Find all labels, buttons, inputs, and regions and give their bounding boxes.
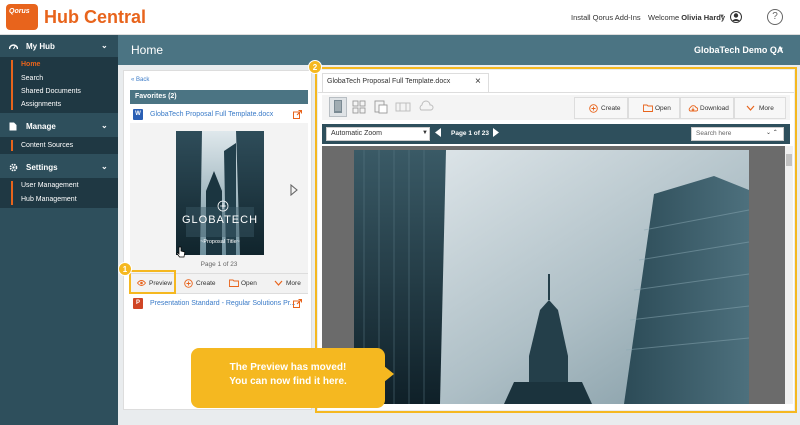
- sidebar-item-content-sources[interactable]: Content Sources: [21, 142, 73, 149]
- sidebar-item-assignments[interactable]: Assignments: [21, 101, 61, 108]
- dashboard-icon: [9, 42, 18, 50]
- thumbnail-brand: GLOBATECH: [181, 214, 259, 226]
- favorites-header: Favorites (2): [130, 90, 308, 104]
- page-title: Home: [131, 43, 164, 57]
- brand-watermark-icon: [201, 200, 245, 212]
- app-title: Hub Central: [44, 7, 147, 27]
- chevron-down-icon: ⌄: [101, 162, 108, 171]
- open-external-icon[interactable]: [293, 110, 302, 119]
- qorus-logo: Qorus: [6, 4, 38, 30]
- thumbnail-page-label: Page 1 of 23: [200, 261, 238, 268]
- favorite-item-name[interactable]: GlobaTech Proposal Full Template.docx: [150, 111, 273, 118]
- sidebar-section-manage[interactable]: Manage ⌄: [0, 117, 118, 135]
- preview-highlight: [129, 270, 176, 294]
- welcome-prefix: Welcome: [648, 13, 680, 22]
- chevron-down-icon: [274, 279, 283, 287]
- sidebar-section-settings[interactable]: Settings ⌄: [0, 158, 118, 176]
- chevron-down-icon: ⌄: [101, 121, 108, 130]
- mouse-cursor-icon: [176, 246, 186, 258]
- thumbnail-subtitle: ~Proposal Title~: [200, 239, 240, 245]
- next-thumbnail-icon[interactable]: [290, 184, 298, 196]
- word-file-icon: W: [133, 109, 143, 120]
- step-badge-1: 1: [118, 262, 132, 276]
- callout-pointer: [384, 366, 394, 382]
- preview-highlight-frame: [315, 67, 797, 413]
- open-external-icon[interactable]: [293, 299, 302, 308]
- document-icon: [9, 122, 18, 131]
- document-thumbnail[interactable]: [176, 131, 264, 255]
- powerpoint-file-icon: P: [133, 298, 143, 309]
- environment-caret-icon[interactable]: ▼: [778, 47, 784, 53]
- folder-icon: [229, 279, 239, 287]
- step-badge-2: 2: [308, 60, 322, 74]
- plus-circle-icon: [184, 279, 193, 288]
- callout-line-2: You can now find it here.: [229, 376, 347, 387]
- sidebar-item-shared-documents[interactable]: Shared Documents: [21, 88, 81, 95]
- callout-line-1: The Preview has moved!: [229, 362, 347, 373]
- install-addins-link[interactable]: Install Qorus Add-Ins: [571, 13, 641, 22]
- gear-icon: [9, 163, 18, 172]
- favorite-item-powerpoint[interactable]: P Presentation Standard - Regular Soluti…: [133, 298, 305, 310]
- environment-selector[interactable]: GlobaTech Demo QA: [694, 45, 783, 55]
- favorite-item-word[interactable]: W GlobaTech Proposal Full Template.docx: [133, 109, 305, 121]
- help-icon[interactable]: ?: [767, 9, 783, 25]
- sidebar-item-home[interactable]: Home: [21, 61, 40, 68]
- callout-bubble: The Preview has moved! You can now find …: [191, 348, 385, 408]
- back-link[interactable]: « Back: [131, 77, 149, 83]
- welcome-text: Welcome Olivia Hardy: [648, 13, 725, 22]
- user-menu-caret-icon[interactable]: ▼: [719, 14, 725, 20]
- favorite-item-name[interactable]: Presentation Standard - Regular Solution…: [150, 300, 296, 307]
- sidebar-item-search[interactable]: Search: [21, 75, 43, 82]
- sidebar-item-hub-management[interactable]: Hub Management: [21, 196, 77, 203]
- sidebar-item-user-management[interactable]: User Management: [21, 182, 79, 189]
- chevron-down-icon: ⌄: [101, 41, 108, 50]
- user-avatar-icon[interactable]: [730, 10, 742, 24]
- sidebar-section-my-hub[interactable]: My Hub ⌄: [0, 37, 118, 55]
